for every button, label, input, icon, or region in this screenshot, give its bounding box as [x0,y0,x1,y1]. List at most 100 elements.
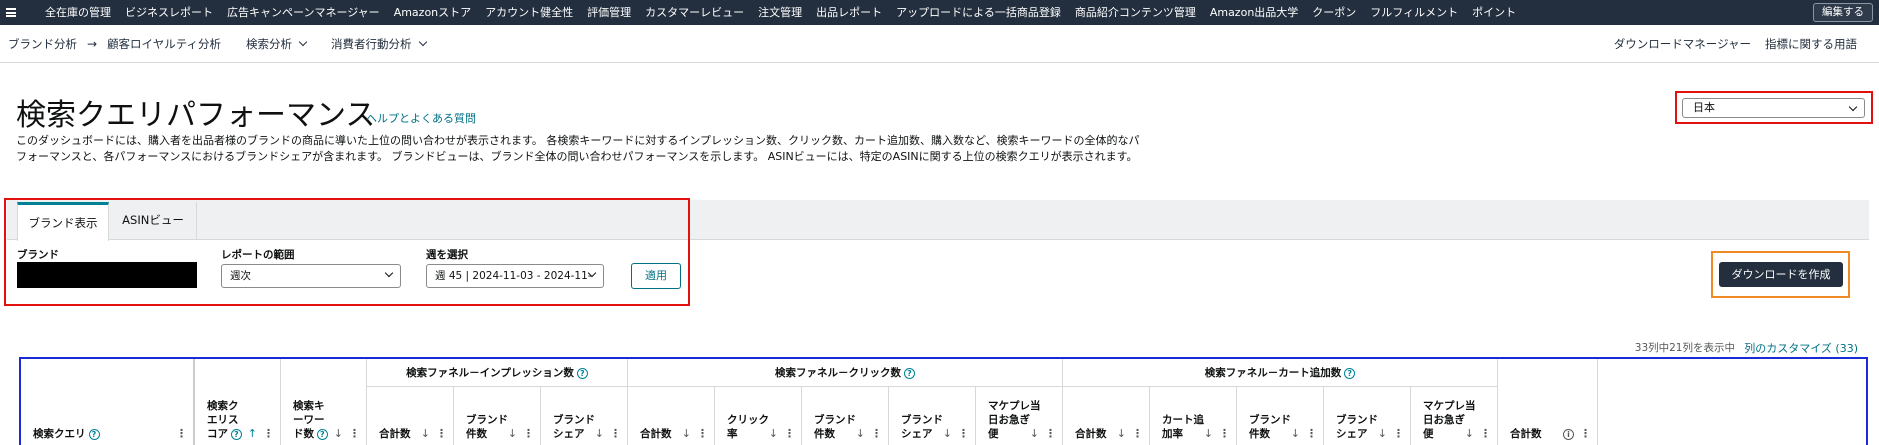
apply-button[interactable]: 適用 [631,263,681,289]
help-icon[interactable]: ? [576,367,588,379]
column-menu-icon[interactable]: ⋮ [697,427,708,440]
top-nav-item[interactable]: 評価管理 [580,0,638,25]
subnav-item-consumer-behavior[interactable]: 消費者行動分析 [331,36,427,52]
sort-down-icon[interactable]: ↓ [595,427,604,440]
sort-down-icon[interactable]: ↓ [1465,427,1474,440]
top-nav-item[interactable]: 商品紹介コンテンツ管理 [1068,0,1203,25]
sort-down-icon[interactable]: ↓ [1204,427,1213,440]
column-header[interactable]: 合計数 ↓ ⋮ [367,387,454,445]
column-menu-icon[interactable]: ⋮ [1219,427,1230,440]
top-nav-item[interactable]: 出品レポート [809,0,889,25]
top-nav-item[interactable]: ポイント [1465,0,1523,25]
column-menu-icon[interactable]: ⋮ [1306,427,1317,440]
column-header[interactable]: カート追 加率 ↓ ⋮ [1150,387,1237,445]
column-menu-icon[interactable]: ⋮ [958,427,969,440]
help-icon[interactable]: ? [904,367,915,379]
sub-navigation: ブランド分析 → 顧客ロイヤルティ分析 検索分析 消費者行動分析 ダウンロードマ… [0,25,1879,63]
marketplace-highlight-frame: 日本 [1675,91,1873,124]
column-menu-icon[interactable]: ⋮ [871,427,882,440]
column-header[interactable]: ブランド 件数 ↓ ⋮ [802,387,889,445]
top-nav-item[interactable]: クーポン [1305,0,1363,25]
column-menu-icon[interactable]: ⋮ [1132,427,1143,440]
top-nav-item[interactable]: フルフィルメント [1363,0,1465,25]
column-header[interactable]: ブランド 件数 ↓ ⋮ [454,387,541,445]
breadcrumb-brand-analytics[interactable]: ブランド分析 [8,36,77,52]
subnav-item-customer-loyalty[interactable]: 顧客ロイヤルティ分析 [107,36,221,52]
column-menu-icon[interactable]: ⋮ [523,427,534,440]
top-nav-item[interactable]: 注文管理 [751,0,809,25]
sort-down-icon[interactable]: ↓ [1378,427,1387,440]
column-group-label: 検索ファネル－カート追加数 [1204,367,1342,379]
column-menu-icon[interactable]: ⋮ [1045,427,1056,440]
week-select[interactable]: 週 45 | 2024-11-03 - 2024-11- [426,264,604,288]
column-header[interactable]: クリック 率 ↓ ⋮ [715,387,802,445]
top-nav-item[interactable]: Amazon出品大学 [1203,0,1305,25]
sort-down-icon[interactable]: ↓ [1030,427,1039,440]
sort-down-icon[interactable]: ↓ [1117,427,1126,440]
column-header[interactable]: 合計数 ↓ ⋮ [628,387,715,445]
brand-select-redacted[interactable] [17,262,197,288]
report-range-value: 週次 [230,270,251,282]
column-menu-icon[interactable]: ⋮ [1393,427,1404,440]
help-icon[interactable]: ? [230,428,242,440]
sort-up-icon[interactable]: ↑ [248,427,257,440]
create-download-button[interactable]: ダウンロードを作成 [1719,262,1843,287]
breadcrumb-arrow-icon: → [87,36,98,51]
top-nav-item[interactable]: アップロードによる一括商品登録 [889,0,1068,25]
column-header[interactable]: ブランド シェア ↓ ⋮ [1324,387,1411,445]
customize-columns-link[interactable]: 列のカスタマイズ (33) [1744,340,1858,356]
subnav-item-label: 消費者行動分析 [331,36,412,51]
sort-down-icon[interactable]: ↓ [769,427,778,440]
column-header[interactable]: マケプレ当 日お急ぎ 便 ↓ ⋮ [976,387,1063,445]
column-header[interactable]: 合計数 ↓ ⋮ [1063,387,1150,445]
column-menu-icon[interactable]: ⋮ [1480,427,1491,440]
column-header-controls: ↓ ⋮ [676,427,708,440]
column-menu-icon[interactable]: ⋮ [1580,427,1591,440]
column-menu-icon[interactable]: ⋮ [784,427,795,440]
column-menu-icon[interactable]: ⋮ [263,427,274,440]
subnav-item-search-analysis[interactable]: 検索分析 [246,36,308,52]
column-header-controls: ? ↑ ⋮ [228,427,274,440]
sort-down-icon[interactable]: ↓ [856,427,865,440]
top-nav-item[interactable]: 全在庫の管理 [38,0,118,25]
top-nav-item[interactable]: ビジネスレポート [118,0,220,25]
top-nav-item[interactable]: カスタマーレビュー [638,0,751,25]
column-header-controls: ? ↓ ⋮ [314,427,360,440]
sort-down-icon[interactable]: ↓ [508,427,517,440]
download-manager-link[interactable]: ダウンロードマネージャー [1614,36,1751,52]
edit-nav-button[interactable]: 編集する [1813,3,1873,22]
sort-down-icon[interactable]: ↓ [334,427,343,440]
report-range-select[interactable]: 週次 [221,264,401,288]
sort-down-icon[interactable]: ↓ [682,427,691,440]
column-group-header-empty [1498,359,1598,387]
top-nav-item[interactable]: 広告キャンペーンマネージャー [220,0,387,25]
column-menu-icon[interactable]: ⋮ [610,427,621,440]
column-menu-icon[interactable]: ⋮ [436,427,447,440]
column-header-controls: ↓ ⋮ [502,427,534,440]
column-header[interactable]: 検索キ ーワー ド数? ↓ ⋮ [281,359,367,445]
column-menu-icon[interactable]: ⋮ [176,427,187,440]
column-menu-icon[interactable]: ⋮ [349,427,360,440]
help-icon[interactable]: ? [316,428,328,440]
info-icon[interactable]: i [1563,428,1574,440]
top-nav-item[interactable]: Amazonストア [387,0,478,25]
column-header[interactable]: 検索ク エリス コア? ↑ ⋮ [195,359,281,445]
sort-down-icon[interactable]: ↓ [1291,427,1300,440]
sort-down-icon[interactable]: ↓ [943,427,952,440]
help-faq-link[interactable]: ヘルプとよくある質問 [366,110,476,126]
column-header[interactable]: ブランド シェア ↓ ⋮ [541,387,628,445]
top-nav-item[interactable]: アカウント健全性 [478,0,580,25]
help-icon[interactable]: ? [88,428,100,440]
column-group-header: 検索ファネル－インプレッション数? [367,359,628,387]
column-header[interactable]: ブランド 件数 ↓ ⋮ [1237,387,1324,445]
glossary-link[interactable]: 指標に関する用語 [1765,36,1857,52]
sort-down-icon[interactable]: ↓ [421,427,430,440]
hamburger-menu-icon[interactable] [6,8,16,17]
column-header[interactable]: 検索クエリ? ⋮ [21,359,195,445]
column-header[interactable]: マケプレ当 日お急ぎ 便 ↓ ⋮ [1411,387,1498,445]
column-header[interactable]: ブランド シェア ↓ ⋮ [889,387,976,445]
help-icon[interactable]: ? [1344,367,1356,379]
week-value: 週 45 | 2024-11-03 - 2024-11- [435,270,592,282]
column-header[interactable]: 合計数 i ⋮ [1498,387,1598,445]
marketplace-select[interactable]: 日本 [1682,98,1865,118]
